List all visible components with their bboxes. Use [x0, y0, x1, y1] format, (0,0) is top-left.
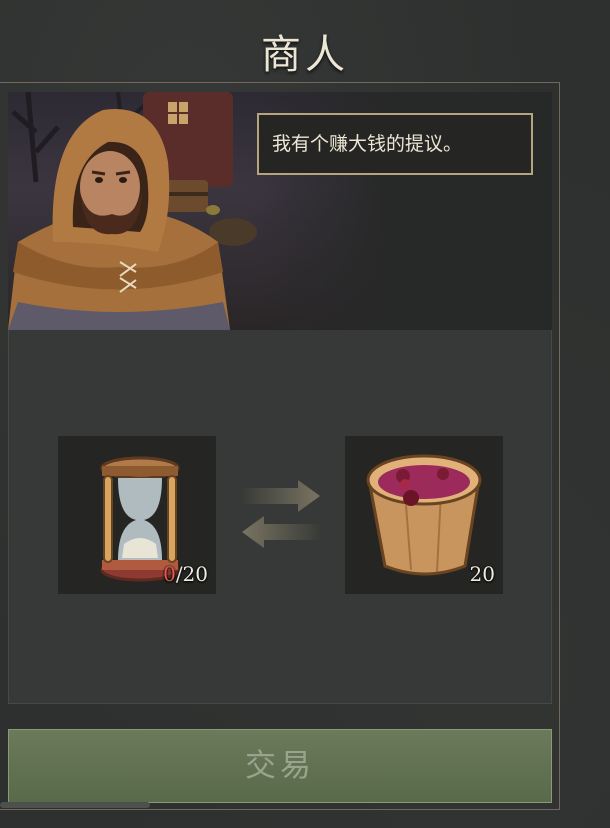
exchange-arrows-icon: [240, 480, 322, 548]
merchant-screen: 商人 我有个赚大钱的提议。 0/20 20 交易: [0, 0, 610, 828]
scrollbar[interactable]: [0, 802, 150, 808]
trade-button[interactable]: 交易: [8, 729, 552, 803]
give-item-slot[interactable]: 0/20: [58, 436, 216, 594]
page-title: 商人: [261, 32, 349, 78]
receive-item-count: 20: [469, 562, 495, 586]
merchant-speech-bubble: 我有个赚大钱的提议。: [257, 113, 533, 175]
receive-item-slot[interactable]: 20: [345, 436, 503, 594]
give-item-count: 0/20: [163, 562, 208, 586]
give-item-have: 0: [163, 562, 176, 586]
give-item-need: /20: [175, 562, 208, 586]
